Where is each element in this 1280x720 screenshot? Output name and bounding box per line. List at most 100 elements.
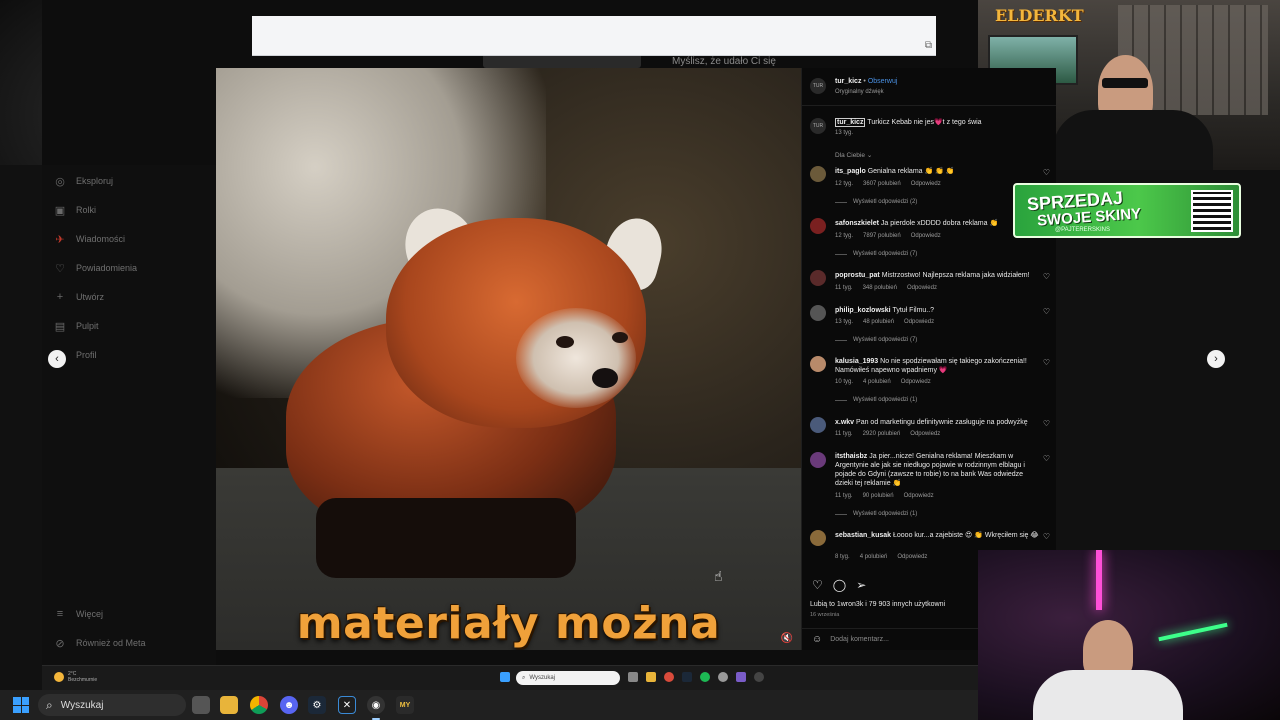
- sidebar-item-notifications[interactable]: ♡ Powiadomienia: [54, 262, 137, 275]
- next-arrow-icon[interactable]: ›: [1207, 350, 1225, 368]
- comment-avatar[interactable]: [810, 530, 826, 546]
- obs-icon[interactable]: [754, 672, 764, 682]
- likes-summary[interactable]: Lubią to 1wron3k i 79 903 innych użytkow…: [810, 601, 945, 608]
- author-username[interactable]: tur_kicz: [835, 78, 861, 85]
- spotify-icon[interactable]: [700, 672, 710, 682]
- sun-icon: [54, 672, 64, 682]
- app-my-icon[interactable]: MY: [396, 696, 414, 714]
- comment-like-heart-icon[interactable]: ♡: [1043, 358, 1050, 367]
- dashboard-icon: ▤: [54, 320, 66, 333]
- view-replies-button[interactable]: Wyświetl odpowiedzi (2): [835, 199, 917, 205]
- task-view-icon[interactable]: [628, 672, 638, 682]
- compass-icon: ◎: [55, 175, 65, 188]
- view-replies-button[interactable]: Wyświetl odpowiedzi (1): [835, 397, 917, 403]
- discord-icon[interactable]: ☻: [280, 696, 298, 714]
- comment-body: sebastian_kusak Łoooo kur...a zajebiste …: [835, 532, 1039, 539]
- search-icon: ⌕: [46, 697, 53, 712]
- comment-meta: 12 tyg. 7897 polubień Odpowiedz: [835, 233, 941, 239]
- windows-icon[interactable]: [500, 672, 510, 682]
- file-explorer-icon[interactable]: [220, 696, 238, 714]
- like-heart-icon[interactable]: ♡: [812, 578, 823, 592]
- obs-icon[interactable]: ◉: [367, 696, 385, 714]
- windows-taskbar: ⌕ Wyszukaj ☻ ⚙ ✕ ◉ MY: [0, 690, 978, 720]
- screen: ELDERKT ⧉ Myślisz, że udało Ci się ◎ Eksp…: [0, 0, 1280, 720]
- pin-icon[interactable]: ⧉: [925, 40, 932, 51]
- mute-icon[interactable]: 🔇: [781, 633, 793, 644]
- view-replies-button[interactable]: Wyświetl odpowiedzi (7): [835, 251, 917, 257]
- view-replies-button[interactable]: Wyświetl odpowiedzi (1): [835, 511, 917, 517]
- comment-meta: 12 tyg. 3607 polubień Odpowiedz: [835, 181, 941, 187]
- author-avatar[interactable]: TUR: [810, 78, 826, 94]
- mouse-cursor-icon: ☝: [714, 568, 723, 584]
- red-panda-legs: [316, 498, 576, 578]
- streamer-shirt: [1053, 110, 1213, 170]
- comment-like-heart-icon[interactable]: ♡: [1043, 454, 1050, 463]
- chevron-down-icon: ⌄: [866, 152, 873, 159]
- discord-icon[interactable]: [736, 672, 746, 682]
- folder-icon[interactable]: [646, 672, 656, 682]
- add-comment-input[interactable]: Dodaj komentarz...: [830, 636, 889, 643]
- taskbar-search[interactable]: ⌕ Wyszukaj: [38, 694, 186, 716]
- comment-bubble-icon[interactable]: ◯: [833, 578, 846, 592]
- video-subtitle: materiały można: [296, 598, 721, 649]
- gear-icon[interactable]: [718, 672, 728, 682]
- sidebar-item-messages[interactable]: ✈ Wiadomości: [54, 233, 125, 246]
- view-replies-button[interactable]: Wyświetl odpowiedzi (7): [835, 337, 917, 343]
- comment-like-heart-icon[interactable]: ♡: [1043, 307, 1050, 316]
- hint-text: Myślisz, że udało Ci się: [672, 56, 776, 67]
- sidebar-item-create[interactable]: + Utwórz: [54, 291, 104, 303]
- comment-body: poprostu_pat Mistrzostwo! Najlepsza rekl…: [835, 272, 1030, 279]
- comment-avatar[interactable]: [810, 270, 826, 286]
- audio-label[interactable]: Oryginalny dźwięk: [835, 89, 884, 95]
- red-panda-face: [516, 308, 636, 408]
- vscode-icon[interactable]: ✕: [338, 696, 356, 714]
- comment-body: itsthaisbz Ja pier...nicze! Genialna rek…: [835, 453, 1025, 487]
- sidebar-item-more[interactable]: ≡ Więcej: [54, 608, 103, 620]
- share-send-icon[interactable]: ➢: [856, 578, 866, 592]
- chrome-icon[interactable]: [250, 696, 268, 714]
- task-view-icon[interactable]: [192, 696, 210, 714]
- comment-avatar[interactable]: [810, 452, 826, 468]
- captured-taskbar-apps: [628, 672, 764, 682]
- sidebar-item-dashboard[interactable]: ▤ Pulpit: [54, 320, 99, 333]
- chrome-icon[interactable]: [664, 672, 674, 682]
- post-date: 16 września: [810, 612, 840, 618]
- weather-widget[interactable]: 2°C Bezchmurnie: [54, 671, 97, 683]
- prev-arrow-icon[interactable]: ‹: [48, 350, 66, 368]
- captured-search-box[interactable]: ⌕ Wyszukaj: [516, 671, 620, 685]
- caption-username[interactable]: tur_kicz: [835, 118, 866, 127]
- instagram-sidebar: ◎ Eksploruj ▣ Rolki ✈ Wiadomości ♡ Powiadomi…: [42, 165, 216, 665]
- sidebar-item-reels[interactable]: ▣ Rolki: [54, 204, 96, 217]
- caption-avatar[interactable]: TUR: [810, 118, 826, 134]
- comment-avatar[interactable]: [810, 305, 826, 321]
- sidebar-item-explore[interactable]: ◎ Eksploruj: [54, 175, 113, 188]
- comment-like-heart-icon[interactable]: ♡: [1043, 168, 1050, 177]
- red-panda-eye-right: [612, 332, 628, 343]
- comment-avatar[interactable]: [810, 218, 826, 234]
- comment-body: safonszkielet Ja pierdole xDDDD dobra re…: [835, 220, 999, 227]
- reel-video[interactable]: materiały można 🔇 ☝: [216, 68, 801, 650]
- sidebar-item-meta[interactable]: ⊘ Również od Meta: [54, 637, 145, 650]
- brand-logo: ELDERKT: [995, 6, 1084, 25]
- comment-avatar[interactable]: [810, 166, 826, 182]
- windows-start-icon[interactable]: [13, 697, 29, 713]
- comment-body: philip_kozlowski Tytuł Filmu..?: [835, 307, 935, 314]
- ad-handle: @PAJTERERSKINS: [1055, 227, 1110, 233]
- search-icon: ⌕: [522, 674, 526, 681]
- caption: tur_kicz Turkicz Kebab nie jes💗t z tego …: [835, 118, 1050, 127]
- follow-button[interactable]: Obserwuj: [868, 78, 898, 85]
- steam-icon[interactable]: [682, 672, 692, 682]
- comment-like-heart-icon[interactable]: ♡: [1043, 272, 1050, 281]
- emoji-icon[interactable]: ☺: [812, 634, 822, 645]
- reel-header-strip: [483, 56, 641, 68]
- steam-icon[interactable]: ⚙: [308, 696, 326, 714]
- comment-like-heart-icon[interactable]: ♡: [1043, 532, 1050, 541]
- comment-avatar[interactable]: [810, 417, 826, 433]
- menu-icon: ≡: [56, 608, 64, 620]
- browser-notification-bar: ⧉: [252, 16, 936, 56]
- author-line: tur_kicz • Obserwuj: [835, 78, 898, 85]
- comment-avatar[interactable]: [810, 356, 826, 372]
- comments-filter[interactable]: Dla Ciebie ⌄: [835, 151, 872, 159]
- red-panda-eye-left: [556, 336, 574, 348]
- comment-like-heart-icon[interactable]: ♡: [1043, 419, 1050, 428]
